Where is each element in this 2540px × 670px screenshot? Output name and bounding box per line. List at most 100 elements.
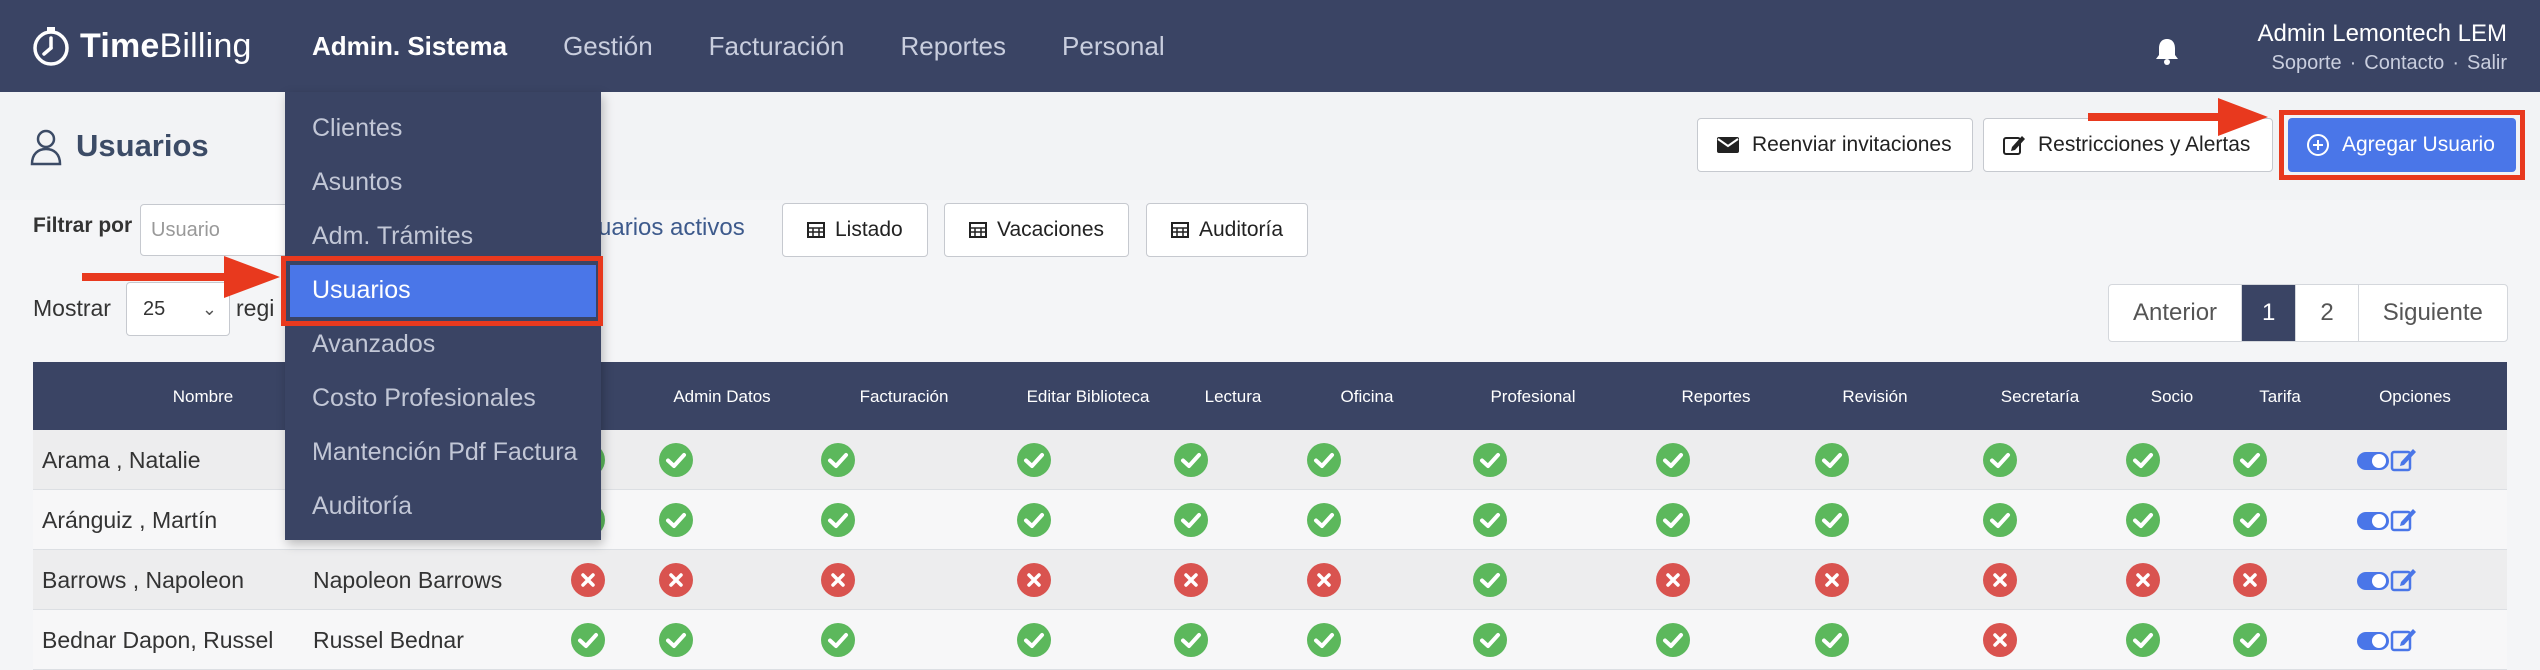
toggle-icon[interactable] xyxy=(2356,450,2390,472)
row-options xyxy=(2356,626,2418,654)
menu-item-mantencion-pdf-factura[interactable]: Mantención Pdf Factura xyxy=(312,438,577,467)
salir-link[interactable]: Salir xyxy=(2467,52,2507,74)
spreadsheet-icon xyxy=(1171,222,1189,238)
user-links: Soporte · Contacto · Salir xyxy=(2258,52,2507,75)
filter-label: Filtrar por xyxy=(33,214,133,237)
col-facturacion[interactable]: Facturación xyxy=(824,362,984,430)
check-circle-icon xyxy=(1174,443,1208,477)
x-circle-icon xyxy=(659,563,693,597)
pagination: Anterior 1 2 Siguiente xyxy=(2108,284,2508,342)
add-user-button[interactable]: Agregar Usuario xyxy=(2288,118,2516,172)
page-title: Usuarios xyxy=(76,128,209,163)
menu-item-costo-profesionales[interactable]: Costo Profesionales xyxy=(312,384,536,413)
check-circle-icon xyxy=(1017,623,1051,657)
pager-next[interactable]: Siguiente xyxy=(2359,285,2507,341)
listado-label: Listado xyxy=(835,218,903,241)
pager-page-2[interactable]: 2 xyxy=(2296,285,2359,341)
edit-icon[interactable] xyxy=(2390,626,2418,654)
x-circle-icon xyxy=(1307,563,1341,597)
col-admin-datos[interactable]: Admin Datos xyxy=(657,362,787,430)
main-nav: Admin. Sistema Gestión Facturación Repor… xyxy=(312,0,1221,92)
user-full-name: Aránguiz , Martín xyxy=(42,507,218,533)
menu-item-auditoria[interactable]: Auditoría xyxy=(312,492,412,521)
listado-button[interactable]: Listado xyxy=(782,203,928,257)
check-circle-icon xyxy=(821,623,855,657)
user-full-name: Barrows , Napoleon xyxy=(42,567,244,593)
check-circle-icon xyxy=(1017,443,1051,477)
check-circle-icon xyxy=(1815,623,1849,657)
nav-reportes[interactable]: Reportes xyxy=(901,31,1007,62)
soporte-link[interactable]: Soporte xyxy=(2272,52,2342,74)
menu-item-adm-tramites[interactable]: Adm. Trámites xyxy=(312,222,473,251)
col-profesional[interactable]: Profesional xyxy=(1463,362,1603,430)
active-users-checkbox-label[interactable]: suarios activos xyxy=(586,214,745,242)
check-circle-icon xyxy=(2126,623,2160,657)
edit-icon[interactable] xyxy=(2390,506,2418,534)
check-circle-icon xyxy=(2126,443,2160,477)
table-row: Barrows , Napoleon Napoleon Barrows xyxy=(33,550,2507,610)
x-circle-icon xyxy=(2126,563,2160,597)
user-filter-input[interactable]: Usuario xyxy=(140,204,300,256)
check-circle-icon xyxy=(1656,503,1690,537)
nav-admin-sistema[interactable]: Admin. Sistema xyxy=(312,31,507,62)
vacaciones-label: Vacaciones xyxy=(997,218,1105,241)
check-circle-icon xyxy=(1983,443,2017,477)
nav-facturacion[interactable]: Facturación xyxy=(709,31,845,62)
check-circle-icon xyxy=(1307,443,1341,477)
col-lectura[interactable]: Lectura xyxy=(1173,362,1293,430)
col-socio[interactable]: Socio xyxy=(2117,362,2227,430)
resend-invitations-label: Reenviar invitaciones xyxy=(1752,133,1952,156)
toggle-icon[interactable] xyxy=(2356,510,2390,532)
check-circle-icon xyxy=(1174,623,1208,657)
pager-previous[interactable]: Anterior xyxy=(2109,285,2243,341)
table-row: Bednar Dapon, Russel Russel Bednar xyxy=(33,610,2507,670)
nav-gestion[interactable]: Gestión xyxy=(563,31,653,62)
x-circle-icon xyxy=(1656,563,1690,597)
plus-circle-icon xyxy=(2307,134,2329,156)
vacaciones-button[interactable]: Vacaciones xyxy=(944,203,1130,257)
highlight-box-usuarios xyxy=(281,256,603,326)
toggle-icon[interactable] xyxy=(2356,570,2390,592)
arrow-right-icon xyxy=(2088,98,2268,136)
check-circle-icon xyxy=(2233,623,2267,657)
auditoria-label: Auditoría xyxy=(1199,218,1284,241)
user-display-name: Napoleon Barrows xyxy=(313,567,503,593)
contacto-link[interactable]: Contacto xyxy=(2364,52,2444,74)
logo-text: TimeBilling xyxy=(80,26,252,65)
pager-page-1[interactable]: 1 xyxy=(2242,285,2297,341)
check-circle-icon xyxy=(1815,503,1849,537)
resend-invitations-button[interactable]: Reenviar invitaciones xyxy=(1697,118,1973,172)
menu-item-avanzados[interactable]: Avanzados xyxy=(312,330,435,359)
edit-icon[interactable] xyxy=(2390,566,2418,594)
toggle-icon[interactable] xyxy=(2356,630,2390,652)
edit-icon[interactable] xyxy=(2390,446,2418,474)
envelope-icon xyxy=(1717,137,1739,153)
col-tarifa[interactable]: Tarifa xyxy=(2225,362,2335,430)
menu-item-clientes[interactable]: Clientes xyxy=(312,114,402,143)
menu-item-asuntos[interactable]: Asuntos xyxy=(312,168,402,197)
x-circle-icon xyxy=(571,563,605,597)
row-options xyxy=(2356,446,2418,474)
auditoria-button[interactable]: Auditoría xyxy=(1146,203,1309,257)
check-circle-icon xyxy=(1307,623,1341,657)
col-oficina[interactable]: Oficina xyxy=(1307,362,1427,430)
col-editar-biblioteca[interactable]: Editar Biblioteca xyxy=(1023,362,1153,430)
timebilling-logo[interactable]: TimeBilling xyxy=(30,22,252,70)
user-icon xyxy=(30,129,62,166)
nav-personal[interactable]: Personal xyxy=(1062,31,1165,62)
check-circle-icon xyxy=(1473,503,1507,537)
bell-icon[interactable] xyxy=(2152,36,2182,66)
row-options xyxy=(2356,506,2418,534)
check-circle-icon xyxy=(1656,623,1690,657)
col-revision[interactable]: Revisión xyxy=(1805,362,1945,430)
col-reportes[interactable]: Reportes xyxy=(1646,362,1786,430)
col-secretaria[interactable]: Secretaría xyxy=(1965,362,2115,430)
user-name[interactable]: Admin Lemontech LEM xyxy=(2258,20,2507,48)
row-options xyxy=(2356,566,2418,594)
check-circle-icon xyxy=(659,623,693,657)
user-display-name: Russel Bednar xyxy=(313,627,464,653)
x-circle-icon xyxy=(1983,563,2017,597)
col-opciones[interactable]: Opciones xyxy=(2350,362,2480,430)
add-user-label: Agregar Usuario xyxy=(2342,133,2495,156)
spreadsheet-icon xyxy=(969,222,987,238)
